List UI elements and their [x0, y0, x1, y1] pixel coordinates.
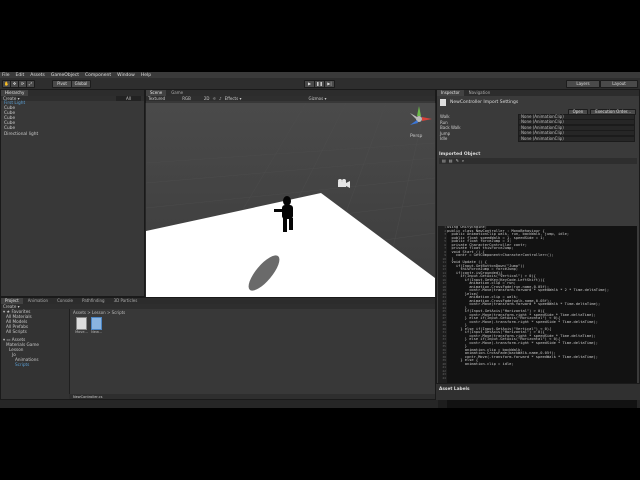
unity-editor-window: File Edit Assets GameObject Component Wi… — [0, 72, 640, 408]
tab-3d-particles[interactable]: 3D Particles — [109, 298, 142, 304]
pivot-toggle[interactable]: Pivot — [52, 80, 72, 88]
tab-pathfinding[interactable]: Pathfinding — [77, 298, 109, 304]
scene-viewport[interactable]: Persp — [146, 103, 435, 322]
animation-clip-field[interactable]: None (AnimationClip) — [518, 135, 635, 142]
menu-help[interactable]: Help — [141, 73, 151, 78]
render-mode-dropdown[interactable]: RGB — [182, 96, 191, 101]
toolbar-icon[interactable]: ⌕ — [462, 158, 464, 163]
field-label: Jump — [440, 130, 451, 136]
project-panel: Project Animation Console Pathfinding 3D… — [0, 297, 436, 400]
imported-object-header: Imported Object — [439, 151, 481, 157]
toolbar-icon[interactable]: ▤ — [442, 158, 446, 163]
hierarchy-item[interactable]: Directional light — [1, 132, 144, 137]
mode-2d-toggle[interactable]: 2D — [204, 96, 210, 101]
tab-navigation[interactable]: Navigation — [464, 90, 495, 96]
asset-labels-bar: Asset Labels — [436, 383, 640, 400]
menu-assets[interactable]: Assets — [30, 73, 45, 78]
audio-toggle-icon[interactable]: ♪ — [219, 96, 222, 101]
shading-mode-dropdown[interactable]: Textured — [148, 96, 165, 101]
script-file-icon — [440, 99, 446, 106]
status-file-label: NewController.cs — [73, 395, 103, 399]
layout-dropdown[interactable]: Layout — [600, 80, 638, 88]
tab-animation[interactable]: Animation — [23, 298, 53, 304]
script-asset[interactable]: Move... — [75, 317, 88, 334]
script-asset-selected[interactable]: New... — [90, 317, 103, 334]
hierarchy-list: First Light Cube Cube Cube Cube Cube Direction… — [1, 101, 144, 137]
inspector-field-row: Idle None (AnimationClip) — [437, 135, 639, 142]
project-tree: ▾ ★ Favorites All Materials All Models All… — [1, 309, 70, 399]
tab-inspector[interactable]: Inspector — [437, 90, 464, 96]
scene-header: Scene Game Textured RGB 2D ☼ ♪ Effects ▾… — [145, 89, 436, 103]
inspector-header: NewController Import Settings — [437, 96, 639, 109]
asset-folder-item[interactable]: Scripts — [1, 362, 69, 367]
menu-gameobject[interactable]: GameObject — [51, 73, 79, 78]
field-label: Run — [440, 119, 448, 125]
code-line: animation.clip = idle; — [447, 361, 514, 366]
layers-dropdown[interactable]: Layers — [566, 80, 600, 88]
asset-labels-title: Asset Labels — [439, 387, 470, 392]
line-number: 44 — [442, 375, 446, 380]
global-toggle[interactable]: Global — [71, 80, 91, 88]
menu-window[interactable]: Window — [117, 73, 135, 78]
gizmos-dropdown[interactable]: Gizmos ▾ — [308, 96, 326, 101]
menu-component[interactable]: Component — [85, 73, 111, 78]
field-label: Walk — [440, 114, 450, 120]
scene-render: Persp — [146, 103, 435, 322]
code-line-numbers: 1 2 3 4 5 6 7 8 9 10 11 12 13 14 15 16 17 18 19 20 21 22 23 24 2… — [438, 225, 447, 408]
menu-file[interactable]: File — [2, 73, 10, 78]
scale-tool-button[interactable]: ⤢ — [26, 80, 35, 88]
step-button[interactable]: ▶| — [324, 80, 335, 88]
script-fields: Walk None (AnimationClip) Run None (Animati… — [437, 113, 639, 142]
toolbar-icon[interactable]: ✎ — [456, 158, 459, 163]
code-editor[interactable]: using UnityEngine; public class NewContro… — [447, 226, 637, 408]
tab-console[interactable]: Console — [53, 298, 77, 304]
effects-dropdown[interactable]: Effects ▾ — [225, 96, 242, 101]
status-bar: NewController.cs — [69, 394, 435, 399]
hierarchy-search-input[interactable]: All — [116, 96, 141, 101]
code-editor-toolbar: ▤ ▤ ✎ ⌕ — [439, 157, 637, 164]
menu-edit[interactable]: Edit — [16, 73, 25, 78]
field-label: Idle — [440, 136, 448, 142]
hierarchy-panel: Hierarchy Create ▾ All First Light Cube Cu… — [0, 89, 145, 297]
favorite-item[interactable]: All Scripts — [1, 329, 69, 334]
breadcrumb: Assets > Lesson > Scripts — [73, 310, 126, 315]
field-label: Back Walk — [440, 125, 461, 131]
toolbar-icon[interactable]: ▤ — [449, 158, 453, 163]
inspector-title: NewController Import Settings — [450, 100, 519, 105]
perspective-label: Persp — [410, 133, 423, 139]
lighting-toggle-icon[interactable]: ☼ — [212, 96, 216, 101]
